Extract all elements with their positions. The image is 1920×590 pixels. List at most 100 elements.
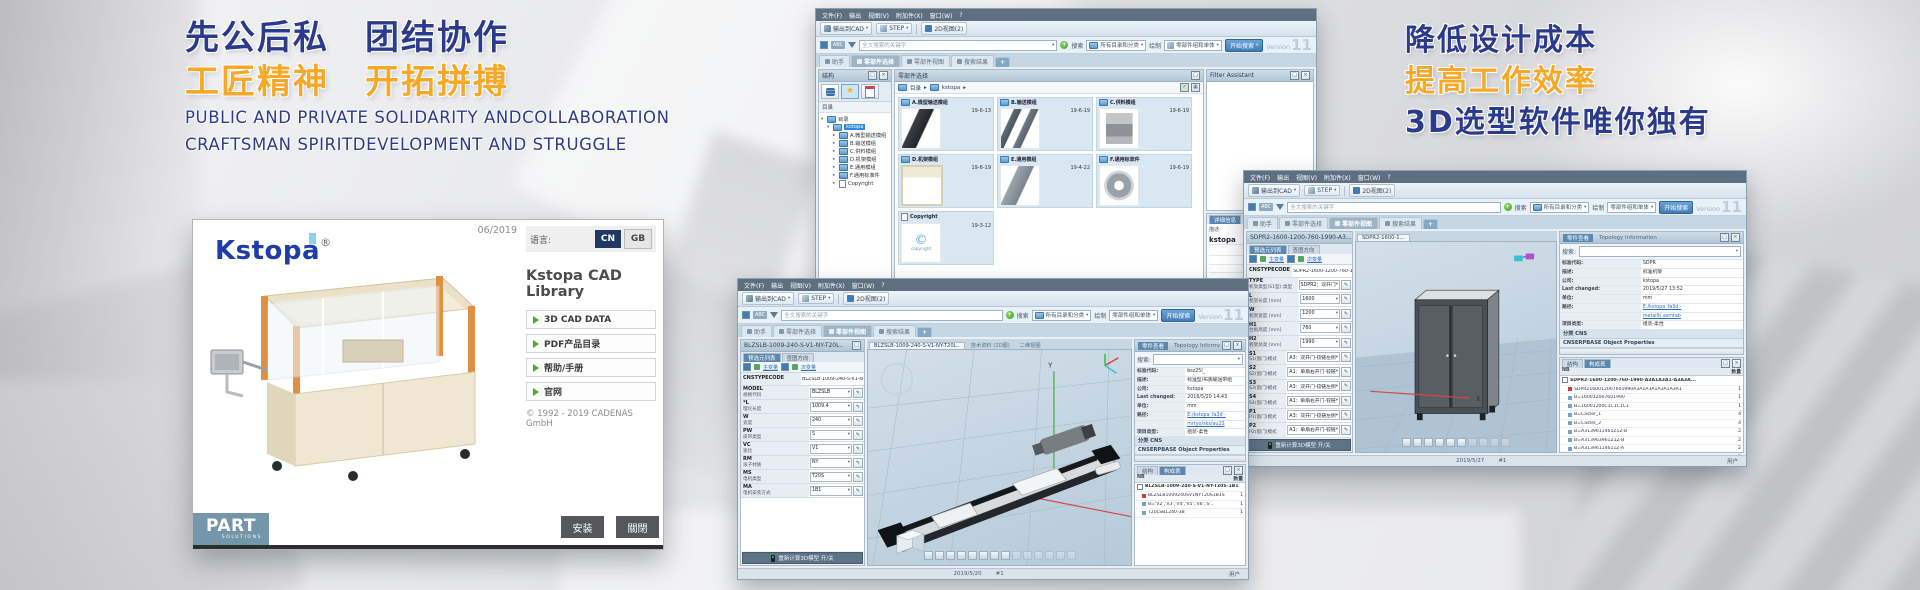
bom-table-tab[interactable]: 构成表 (1584, 359, 1611, 368)
view-tool-icon[interactable] (1413, 438, 1422, 447)
start-search-button[interactable]: 开始搜索 (1659, 201, 1693, 214)
close-icon[interactable]: × (1301, 71, 1310, 80)
search-option-checkbox[interactable] (1248, 203, 1256, 211)
menu-item[interactable]: 窗口(W) (852, 281, 875, 290)
param-value-dropdown[interactable]: T20S▾ (810, 472, 852, 482)
catalog-cell[interactable]: F.通用标准件 19-6-19 (1096, 154, 1192, 208)
start-search-button[interactable]: 开始搜索▾ (1225, 39, 1263, 52)
menu-item[interactable]: 视图(V) (790, 281, 811, 290)
expand-icon[interactable]: ▸ (833, 173, 837, 178)
add-search-icon[interactable]: + (1060, 41, 1068, 49)
param-value-dropdown[interactable]: SDPR2：双开门▾ (1299, 280, 1340, 290)
install-button[interactable]: 安装 (561, 516, 604, 538)
edit-param-icon[interactable]: ✎ (853, 472, 863, 482)
bom-row[interactable]: B=Caster_2 4 (1560, 420, 1743, 429)
param-value-dropdown[interactable]: 1600▾ (1300, 294, 1340, 304)
search-input[interactable]: 全文搜索的关键字 (781, 310, 1002, 321)
horizontal-scrollbar[interactable] (1135, 455, 1245, 461)
checkbox-icon[interactable] (1137, 484, 1143, 490)
bom-row[interactable]: SDPR2160012007601990A3A1A3A1A3A1A3A1 1 (1560, 386, 1743, 395)
search-option-checkbox[interactable] (820, 41, 828, 49)
bom-table-tab[interactable]: 构成表 (1159, 466, 1186, 475)
tree-item[interactable]: ▸D.机架模组 (833, 155, 889, 163)
edit-param-icon[interactable]: ✎ (1341, 309, 1351, 319)
view-tool-icon[interactable] (1468, 438, 1477, 447)
bom-root-row[interactable]: BLZSLB-1009-240-S-V1-NY-T20S-1B1 (1135, 483, 1245, 493)
module-3d-view[interactable]: Y (867, 349, 1132, 566)
export-cad-button[interactable]: 输出到CAD▾ (820, 22, 872, 35)
catalog-cell[interactable]: Copyright © copyright 19-3-12 (898, 211, 994, 265)
tree-root[interactable]: ▾目录 (821, 115, 889, 123)
sub-variables-checkbox[interactable] (781, 363, 789, 371)
menu-item[interactable]: 附加件(X) (1324, 173, 1351, 182)
catalog-cell[interactable]: A.微型输送模组 19-6-13 (898, 97, 994, 151)
tab-search-results[interactable]: 搜索结果 (951, 55, 994, 67)
param-value-dropdown[interactable]: A3：双开门-铰链左侧▾ (1287, 381, 1340, 391)
catalog-cell[interactable]: E.通用模组 19-4-22 (997, 154, 1093, 208)
maximize-icon[interactable]: □ (1191, 71, 1200, 80)
tree-item[interactable]: ▸Copyright (833, 179, 889, 188)
model-tab[interactable]: SDPR2-1600-1... (1357, 234, 1410, 241)
cabinet-3d-view[interactable]: X (1355, 241, 1557, 453)
history-button[interactable] (861, 84, 879, 99)
edit-param-icon[interactable]: ✎ (1341, 352, 1351, 362)
tree-item[interactable]: ▸E.通用模组 (833, 163, 889, 171)
edit-param-icon[interactable]: ✎ (853, 444, 863, 454)
tab-part-selection[interactable]: 零部件选择 (1279, 217, 1328, 229)
expand-icon[interactable]: ▸ (833, 181, 837, 186)
expand-icon[interactable]: ▸ (833, 157, 837, 162)
main-variables-checkbox[interactable] (1249, 255, 1257, 263)
edit-param-icon[interactable]: ✎ (853, 486, 863, 496)
maximize-icon[interactable]: □ (1720, 233, 1729, 242)
view-tool-icon[interactable] (1402, 438, 1411, 447)
edit-param-icon[interactable]: ✎ (1341, 338, 1351, 348)
tree-item[interactable]: ▸B.输送模组 (833, 139, 889, 147)
parts-scope-dropdown[interactable]: 零部件组和单体▾ (1164, 40, 1222, 51)
bom-row[interactable]: B='V2','V3','V4','V5','V6','S'.. 1 (1135, 501, 1245, 510)
view-tool-icon[interactable] (1435, 438, 1444, 447)
tree-item[interactable]: ▸A.微型输送模组 (833, 131, 889, 139)
bom-structure-tab[interactable]: 结构 (1562, 359, 1583, 368)
menu-item[interactable]: ? (1387, 174, 1390, 181)
info-search-dropdown[interactable]: ▾ (1579, 246, 1741, 257)
param-value-dropdown[interactable]: 760▾ (1300, 323, 1340, 333)
param-value-dropdown[interactable]: A3：双开门-铰链左侧▾ (1287, 410, 1340, 420)
main-variables-label[interactable]: 主变量 (1269, 256, 1284, 263)
param-value-dropdown[interactable]: 1990▾ (1300, 338, 1340, 348)
view-tool-icon[interactable] (1012, 551, 1021, 560)
view-tool-icon[interactable] (1023, 551, 1032, 560)
2d-view-tab[interactable]: 二维视图 (1016, 342, 1045, 349)
param-value-dropdown[interactable]: A1：单扇右开门-铰链▾ (1287, 367, 1340, 377)
view-tool-icon[interactable] (1501, 438, 1510, 447)
tree-item[interactable]: ▸F.通用标准件 (833, 171, 889, 179)
edit-param-icon[interactable]: ✎ (853, 402, 863, 412)
bom-row[interactable]: B=160012007601990 1 (1560, 394, 1743, 403)
recalc-3d-button[interactable]: 重新计算3D模型 开/关 (742, 552, 863, 564)
bom-structure-tab[interactable]: 结构 (1137, 466, 1158, 475)
view-tool-icon[interactable] (957, 551, 966, 560)
param-value-dropdown[interactable]: 240▾ (810, 416, 852, 426)
menu-item[interactable]: 文件(F) (822, 11, 842, 20)
installer-menu-item[interactable]: 3D CAD DATA (526, 310, 656, 329)
menu-item[interactable]: 附加件(X) (896, 11, 923, 20)
language-cn-button[interactable]: CN (595, 230, 621, 248)
tab-part-view[interactable]: 零部件视图 (823, 325, 872, 337)
orientation-tab[interactable]: 查图方向 (1288, 245, 1320, 254)
view-tool-icon[interactable] (990, 551, 999, 560)
filter-funnel-icon[interactable] (770, 312, 778, 318)
catalog-cell[interactable]: D.机架模组 19-6-19 (898, 154, 994, 208)
param-value-dropdown[interactable]: A1：单扇右开门-铰链▾ (1287, 396, 1340, 406)
favorites-button[interactable]: ★ (841, 84, 859, 99)
tab-add[interactable]: + (917, 327, 932, 337)
param-value-dropdown[interactable]: 1200▾ (1300, 309, 1340, 319)
view-tool-icon[interactable] (968, 551, 977, 560)
tab-part-view[interactable]: 零部件视图 (1329, 217, 1378, 229)
bom-row[interactable]: B=A3139611461Z1Z-B 2 (1560, 428, 1743, 437)
topology-tab[interactable]: Topology Information (1595, 235, 1661, 241)
menu-item[interactable]: ? (881, 282, 884, 289)
sub-variables-label[interactable]: 次变量 (801, 364, 816, 371)
bom-row[interactable]: B=A31396114611Z-A 2 (1560, 445, 1743, 454)
view-tool-icon[interactable] (1001, 551, 1010, 560)
breadcrumb-kstopa[interactable]: kstopa (942, 85, 960, 91)
tree-item-kstopa[interactable]: ▾kstopa (827, 123, 889, 131)
